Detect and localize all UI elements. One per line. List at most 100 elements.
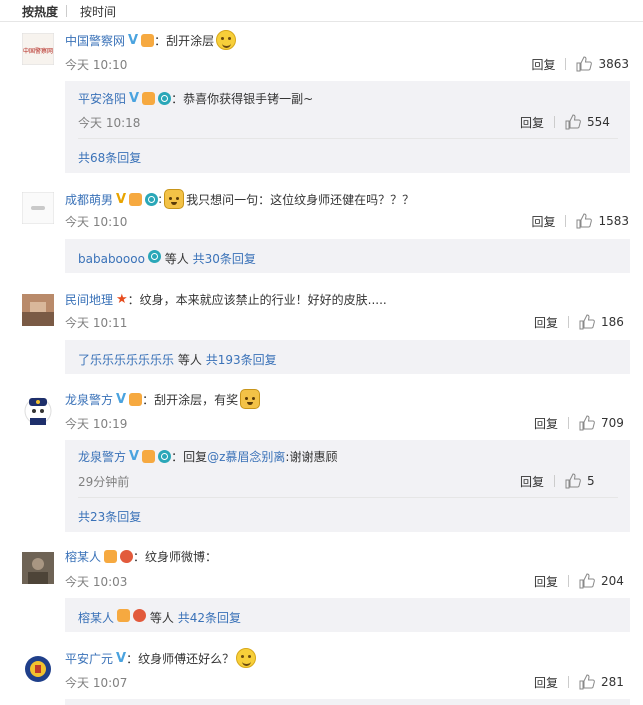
others-text: 等人 <box>149 611 174 625</box>
action-divider <box>565 215 567 227</box>
comment-actions: 回复 1583 <box>531 212 629 230</box>
avatar[interactable] <box>22 552 54 584</box>
reply-text-tail: :谢谢惠顾 <box>285 449 338 464</box>
action-divider <box>554 475 555 487</box>
comment-text: ：纹身，本来就应该禁止的行业！好好的皮肤..... <box>127 292 387 307</box>
comment-line: 龙泉警方 V ：刮开涂层，有奖 <box>65 389 262 409</box>
reply-button[interactable]: 回复 <box>520 473 544 490</box>
like-thumb-icon[interactable] <box>576 213 593 229</box>
more-replies-link[interactable]: 共23条回复 <box>78 508 141 525</box>
comment-text: ：刮开涂层 <box>154 33 215 48</box>
more-replies-link[interactable]: 共30条回复 <box>193 252 256 266</box>
comment-username[interactable]: 民间地理 <box>65 291 113 308</box>
comment-username[interactable]: 成都萌男 <box>65 191 113 208</box>
like-thumb-icon[interactable] <box>565 473 581 489</box>
sort-by-hot-tab[interactable]: 按热度 <box>22 3 58 20</box>
laugh-emoji-icon <box>216 30 237 50</box>
avatar-chinapolice-logo: 中国警察网 <box>22 33 54 65</box>
more-replies-line: 了乐乐乐乐乐乐乐 等人 共193条回复 <box>78 351 277 368</box>
avatar-image <box>22 552 54 584</box>
avatar-image <box>22 192 54 224</box>
reply-button[interactable]: 回复 <box>534 314 558 331</box>
comment-text: ：纹身师傅还好么？ <box>126 651 235 666</box>
reply-time: 29分钟前 <box>78 475 130 489</box>
verified-icon: V <box>116 391 127 407</box>
more-replies-link[interactable]: 共193条回复 <box>206 353 277 367</box>
member-badge-icon <box>104 549 118 563</box>
comment-username[interactable]: 榕某人 <box>65 548 101 565</box>
reply-username[interactable]: 榕某人 <box>78 611 114 625</box>
member-badge-icon <box>129 392 143 406</box>
comment-actions: 回复 186 <box>534 313 629 331</box>
like-thumb-icon[interactable] <box>565 114 581 130</box>
comment-username[interactable]: 中国警察网 <box>65 32 125 49</box>
comment-username[interactable]: 龙泉警方 <box>65 391 113 408</box>
comment-time: 今天 10:03 <box>65 575 128 589</box>
camera-badge-icon <box>147 250 161 263</box>
verified-icon: V <box>116 650 127 666</box>
action-divider <box>565 58 567 70</box>
like-count: 204 <box>601 574 624 588</box>
reply-username[interactable]: 了乐乐乐乐乐乐乐 <box>78 353 174 367</box>
camera-badge-icon <box>158 91 172 105</box>
comment-line: 平安广元 V ：纹身师傅还好么？ <box>65 648 257 668</box>
reply-button[interactable]: 回复 <box>520 114 544 131</box>
verified-icon: V <box>129 90 140 106</box>
camera-badge-icon <box>158 449 172 463</box>
reply-button[interactable]: 回复 <box>534 674 558 691</box>
more-replies-link[interactable]: 共42条回复 <box>178 611 241 625</box>
verified-icon: V <box>128 32 139 48</box>
like-count: 3863 <box>598 57 629 71</box>
like-count: 709 <box>601 416 624 430</box>
comment-actions: 回复 204 <box>534 572 629 590</box>
reply-text: ：恭喜你获得银手铐一副~ <box>171 91 314 106</box>
member-badge-icon <box>142 449 156 463</box>
more-replies-line: 榕某人 等人 共42条回复 <box>78 609 241 626</box>
avatar[interactable] <box>22 653 54 685</box>
comment-actions: 回复 281 <box>534 673 629 691</box>
reply-username[interactable]: bababoooo <box>78 252 145 266</box>
reply-line: 平安洛阳 V ：恭喜你获得银手铐一副~ <box>78 88 313 108</box>
comment-line: 中国警察网 V ：刮开涂层 <box>65 30 237 50</box>
comment-text: 我只想问一句：这位纹身师还健在吗？？？ <box>186 192 415 207</box>
like-thumb-icon[interactable] <box>579 415 595 431</box>
reply-username[interactable]: 平安洛阳 <box>78 90 126 107</box>
sort-bar: 按热度 按时间 <box>0 0 643 22</box>
like-count: 5 <box>587 474 595 488</box>
verified-gold-icon: V <box>116 191 127 207</box>
reply-button[interactable]: 回复 <box>531 56 555 73</box>
like-count: 281 <box>601 675 624 689</box>
avatar[interactable] <box>22 294 54 326</box>
reply-button[interactable]: 回复 <box>534 415 558 432</box>
doge-emoji-icon <box>240 389 261 409</box>
avatar[interactable]: 中国警察网 <box>22 33 54 65</box>
like-count: 186 <box>601 315 624 329</box>
avatar[interactable] <box>22 192 54 224</box>
comment-line: 民间地理 ★ ：纹身，本来就应该禁止的行业！好好的皮肤..... <box>65 289 387 309</box>
like-thumb-icon[interactable] <box>579 573 595 589</box>
police-emblem-avatar <box>22 653 54 685</box>
svg-text:中国警察网: 中国警察网 <box>23 47 53 55</box>
like-thumb-icon[interactable] <box>579 314 595 330</box>
reply-button[interactable]: 回复 <box>534 573 558 590</box>
reply-divider <box>78 497 618 498</box>
like-thumb-icon[interactable] <box>576 56 593 72</box>
member-badge-icon <box>117 609 131 622</box>
mention-link[interactable]: @z慕眉念别离 <box>207 448 285 465</box>
sort-by-time-tab[interactable]: 按时间 <box>80 3 116 20</box>
like-thumb-icon[interactable] <box>579 674 595 690</box>
reply-time: 今天 10:18 <box>78 116 141 130</box>
more-replies-link[interactable]: 共68条回复 <box>78 149 141 166</box>
action-divider <box>568 575 569 587</box>
reply-username[interactable]: 龙泉警方 <box>78 448 126 465</box>
reply-text: ：回复 <box>171 449 208 464</box>
reply-actions: 回复 5 <box>520 472 615 490</box>
reply-button[interactable]: 回复 <box>531 213 555 230</box>
reply-divider <box>78 138 618 139</box>
red-badge-icon <box>120 549 134 563</box>
avatar[interactable] <box>22 394 54 426</box>
comment-line: 成都萌男 V : 我只想问一句：这位纹身师还健在吗？？？ <box>65 189 414 209</box>
comment-username[interactable]: 平安广元 <box>65 650 113 667</box>
member-badge-icon <box>141 33 155 47</box>
avatar-image <box>22 294 54 326</box>
